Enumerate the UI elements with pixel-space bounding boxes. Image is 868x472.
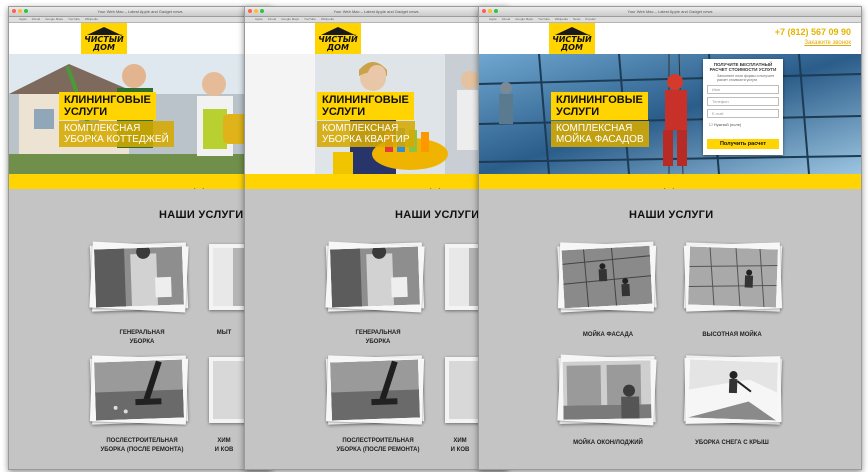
quote-form: ПОЛУЧИТЕ БЕСПЛАТНЫЙ РАСЧЕТ СТОИМОСТИ УСЛУ… bbox=[703, 59, 783, 155]
form-heading: ПОЛУЧИТЕ БЕСПЛАТНЫЙ РАСЧЕТ СТОИМОСТИ УСЛУ… bbox=[709, 62, 777, 72]
bookmark-item[interactable]: Wikipedia bbox=[555, 17, 568, 22]
service-photo bbox=[330, 246, 420, 308]
browser-window-2: Your Web Mac – Latest Apple and Gadget n… bbox=[244, 6, 508, 470]
bookmark-item[interactable]: Apple bbox=[489, 17, 497, 22]
roof-icon bbox=[555, 27, 589, 35]
window-controls[interactable] bbox=[482, 9, 498, 13]
site-header: ЧИСТЫЙ ДОМ bbox=[9, 23, 271, 55]
form-checkbox[interactable]: ☐ Нужный (поле) bbox=[709, 122, 779, 127]
hero-banner: КЛИНИНГОВЫЕ УСЛУГИ КОМПЛЕКСНАЯ МОЙКА ФАСАД… bbox=[479, 54, 861, 174]
section-title: НАШИ УСЛУГИ bbox=[629, 209, 714, 221]
get-quote-button[interactable]: Получить расчет bbox=[707, 139, 779, 149]
browser-window-1: Your Web Mac – Latest Apple and Gadget n… bbox=[8, 6, 272, 470]
service-photo bbox=[688, 359, 778, 421]
bookmark-item[interactable]: Wikipedia bbox=[321, 17, 334, 22]
form-note: Заполните поля формы и получите расчет с… bbox=[717, 74, 775, 82]
bookmark-item[interactable]: YouTube bbox=[304, 17, 316, 22]
phone-number[interactable]: +7 (812) 567 09 90 bbox=[775, 27, 851, 37]
service-caption[interactable]: МОЙКА ОКОН/ЛОДЖИЙ bbox=[543, 439, 673, 448]
logo-text: ЧИСТЫЙ ДОМ bbox=[318, 35, 358, 52]
bookmark-item[interactable]: Apple bbox=[255, 17, 263, 22]
email-field[interactable]: E-mail bbox=[707, 109, 779, 118]
yellow-band bbox=[479, 174, 861, 189]
window-titlebar[interactable]: Your Web Mac – Latest Apple and Gadget n… bbox=[9, 7, 271, 17]
services-section: НАШИ УСЛУГИ ГЕНЕРАЛЬНАЯ УБОРКА ПОСЛЕСТРОИ… bbox=[245, 189, 507, 469]
bookmark-item[interactable]: Google Maps bbox=[281, 17, 299, 22]
yellow-band bbox=[9, 174, 271, 189]
bookmark-item[interactable]: Wikipedia bbox=[85, 17, 98, 22]
window-titlebar[interactable]: Your Web Mac – Latest Apple and Gadget n… bbox=[245, 7, 507, 17]
bookmark-item[interactable]: News bbox=[573, 17, 581, 22]
service-photo bbox=[330, 359, 420, 421]
service-card[interactable] bbox=[325, 355, 425, 425]
browser-window-3: Your Web Mac – Latest Apple and Gadget n… bbox=[478, 6, 862, 470]
service-photo bbox=[688, 246, 778, 308]
services-section: НАШИ УСЛУГИ ГЕНЕРАЛЬНАЯ УБОРКА МЫТ ПОСЛЕС… bbox=[9, 189, 271, 469]
bookmark-item[interactable]: iCloud bbox=[502, 17, 511, 22]
site-header: ЧИСТЫЙ ДОМ +7 (812) 567 09 90 Закажите зв… bbox=[479, 23, 861, 55]
service-card[interactable] bbox=[683, 355, 783, 425]
service-photo bbox=[561, 245, 653, 309]
bookmark-item[interactable]: iCloud bbox=[32, 17, 41, 22]
site-header: ЧИСТЫЙ ДОМ bbox=[245, 23, 507, 55]
service-caption[interactable]: МОЙКА ФАСАДА bbox=[543, 331, 673, 340]
hero-title: КЛИНИНГОВЫЕ УСЛУГИ bbox=[317, 92, 414, 120]
window-title: Your Web Mac – Latest Apple and Gadget n… bbox=[627, 9, 713, 14]
service-photo bbox=[94, 359, 184, 421]
window-titlebar[interactable]: Your Web Mac – Latest Apple and Gadget n… bbox=[479, 7, 861, 17]
site-logo[interactable]: ЧИСТЫЙ ДОМ bbox=[315, 23, 361, 55]
callback-link[interactable]: Закажите звонок bbox=[804, 40, 851, 46]
bookmark-item[interactable]: Apple bbox=[19, 17, 27, 22]
service-card[interactable] bbox=[325, 241, 425, 313]
window-title: Your Web Mac – Latest Apple and Gadget n… bbox=[333, 9, 419, 14]
site-logo[interactable]: ЧИСТЫЙ ДОМ bbox=[549, 23, 595, 55]
roof-icon bbox=[321, 27, 355, 35]
section-title: НАШИ УСЛУГИ bbox=[159, 209, 244, 221]
service-photo bbox=[94, 246, 184, 308]
service-photo bbox=[562, 360, 652, 420]
hero-title: КЛИНИНГОВЫЕ УСЛУГИ bbox=[551, 92, 648, 120]
bookmark-item[interactable]: Popular bbox=[585, 17, 595, 22]
name-field[interactable]: Имя bbox=[707, 85, 779, 94]
bookmark-item[interactable]: YouTube bbox=[68, 17, 80, 22]
logo-text: ЧИСТЫЙ ДОМ bbox=[84, 35, 124, 52]
service-card[interactable] bbox=[89, 355, 189, 425]
bookmark-item[interactable]: Google Maps bbox=[515, 17, 533, 22]
window-title: Your Web Mac – Latest Apple and Gadget n… bbox=[97, 9, 183, 14]
window-controls[interactable] bbox=[12, 9, 28, 13]
bookmark-item[interactable]: YouTube bbox=[538, 17, 550, 22]
logo-text: ЧИСТЫЙ ДОМ bbox=[552, 35, 592, 52]
service-card[interactable] bbox=[89, 241, 189, 313]
window-controls[interactable] bbox=[248, 9, 264, 13]
phone-field[interactable]: Телефон bbox=[707, 97, 779, 106]
hero-banner: КЛИНИНГОВЫЕ УСЛУГИ КОМПЛЕКСНАЯ УБОРКА КВАР… bbox=[245, 54, 507, 174]
hero-subtitle: КОМПЛЕКСНАЯ МОЙКА ФАСАДОВ bbox=[551, 121, 649, 147]
service-card[interactable] bbox=[683, 242, 783, 312]
hero-subtitle: КОМПЛЕКСНАЯ УБОРКА КОТТЕДЖЕЙ bbox=[59, 121, 174, 147]
service-caption[interactable]: ГЕНЕРАЛЬНАЯ УБОРКА bbox=[313, 329, 443, 347]
section-title: НАШИ УСЛУГИ bbox=[395, 209, 480, 221]
services-section: НАШИ УСЛУГИ МОЙКА ФАСАДА ВЫСОТНАЯ МОЙКА … bbox=[479, 189, 861, 469]
bookmark-item[interactable]: iCloud bbox=[268, 17, 277, 22]
yellow-band bbox=[245, 174, 507, 189]
hero-banner: КЛИНИНГОВЫЕ УСЛУГИ КОМПЛЕКСНАЯ УБОРКА КОТТ… bbox=[9, 54, 271, 174]
service-card[interactable] bbox=[557, 354, 657, 426]
hero-title: КЛИНИНГОВЫЕ УСЛУГИ bbox=[59, 92, 156, 120]
service-caption[interactable]: УБОРКА СНЕГА С КРЫШ bbox=[667, 439, 797, 448]
roof-icon bbox=[87, 27, 121, 35]
service-caption[interactable]: ВЫСОТНАЯ МОЙКА bbox=[667, 331, 797, 340]
bookmark-item[interactable]: Google Maps bbox=[45, 17, 63, 22]
checkbox-label: Нужный (поле) bbox=[713, 122, 742, 127]
hero-subtitle: КОМПЛЕКСНАЯ УБОРКА КВАРТИР bbox=[317, 121, 415, 147]
site-logo[interactable]: ЧИСТЫЙ ДОМ bbox=[81, 23, 127, 55]
hero-photo bbox=[479, 54, 861, 174]
service-card[interactable] bbox=[557, 241, 657, 313]
